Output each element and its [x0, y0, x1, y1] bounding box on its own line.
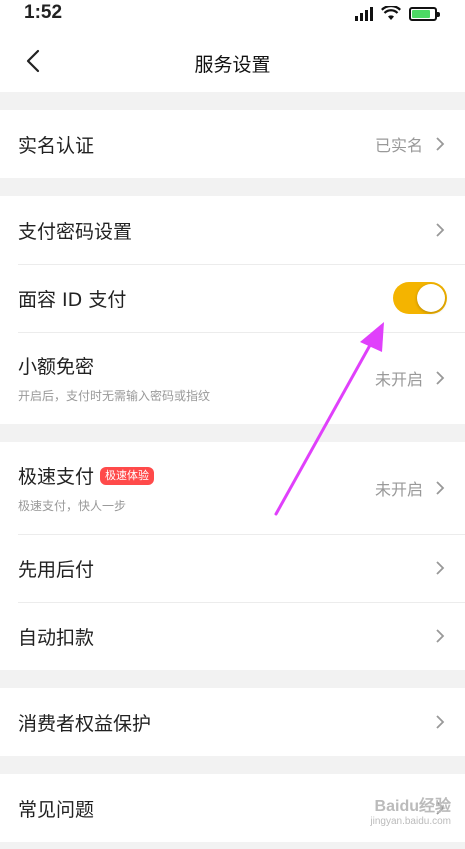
section-payment: 支付密码设置 面容 ID 支付 小额免密 开启后，支付时无需输入密码或指纹 未开… [0, 196, 465, 424]
row-value: 未开启 [374, 370, 423, 389]
row-value: 已实名 [374, 136, 423, 155]
status-icons [355, 6, 440, 21]
chevron-right-icon [436, 371, 445, 385]
chevron-right-icon [436, 223, 445, 237]
row-title: 小额免密 [18, 356, 95, 378]
row-fast-pay[interactable]: 极速支付 极速体验 极速支付，快人一步 未开启 [0, 442, 465, 534]
row-subtitle: 开启后，支付时无需输入密码或指纹 [18, 389, 211, 403]
chevron-right-icon [436, 137, 445, 151]
chevron-right-icon [436, 629, 445, 643]
section-gap [0, 424, 465, 442]
row-title: 实名认证 [18, 134, 95, 157]
chevron-right-icon [436, 715, 445, 729]
row-auto-deduct[interactable]: 自动扣款 [0, 602, 465, 670]
section-identity: 实名认证 已实名 [0, 110, 465, 178]
row-real-name[interactable]: 实名认证 已实名 [0, 110, 465, 178]
row-title: 面容 ID 支付 [18, 288, 127, 311]
page-title: 服务设置 [194, 54, 271, 76]
row-payment-password[interactable]: 支付密码设置 [0, 196, 465, 264]
badge: 极速体验 [100, 466, 155, 485]
signal-icon [355, 6, 373, 21]
section-consumer: 消费者权益保护 [0, 688, 465, 756]
face-id-toggle[interactable] [393, 282, 447, 314]
watermark-logo: Baidu经验 jingyan.baidu.com [370, 792, 451, 827]
status-bar: 1:52 [0, 0, 465, 30]
toggle-knob [417, 284, 445, 312]
row-consumer-protection[interactable]: 消费者权益保护 [0, 688, 465, 756]
chevron-right-icon [436, 561, 445, 575]
section-gap [0, 670, 465, 688]
row-pay-later[interactable]: 先用后付 [0, 534, 465, 602]
row-value: 未开启 [374, 480, 423, 499]
row-title: 先用后付 [18, 558, 95, 581]
nav-bar: 服务设置 [0, 30, 465, 92]
row-small-amount-free[interactable]: 小额免密 开启后，支付时无需输入密码或指纹 未开启 [0, 332, 465, 424]
wifi-icon [381, 6, 401, 20]
status-time: 1:52 [24, 2, 63, 23]
section-gap [0, 92, 465, 110]
row-title: 消费者权益保护 [18, 712, 152, 735]
row-subtitle: 极速支付，快人一步 [18, 499, 127, 513]
watermark-brand: Baidu经验 [374, 798, 451, 815]
section-fast-pay: 极速支付 极速体验 极速支付，快人一步 未开启 先用后付 自动扣款 [0, 442, 465, 670]
watermark-url: jingyan.baidu.com [370, 816, 451, 827]
row-title: 支付密码设置 [18, 220, 133, 243]
battery-icon [409, 6, 440, 21]
chevron-right-icon [436, 481, 445, 495]
row-title: 极速支付 [18, 466, 95, 488]
section-gap [0, 178, 465, 196]
row-title: 自动扣款 [18, 626, 95, 649]
row-face-id-pay: 面容 ID 支付 [0, 264, 465, 332]
section-gap [0, 756, 465, 774]
